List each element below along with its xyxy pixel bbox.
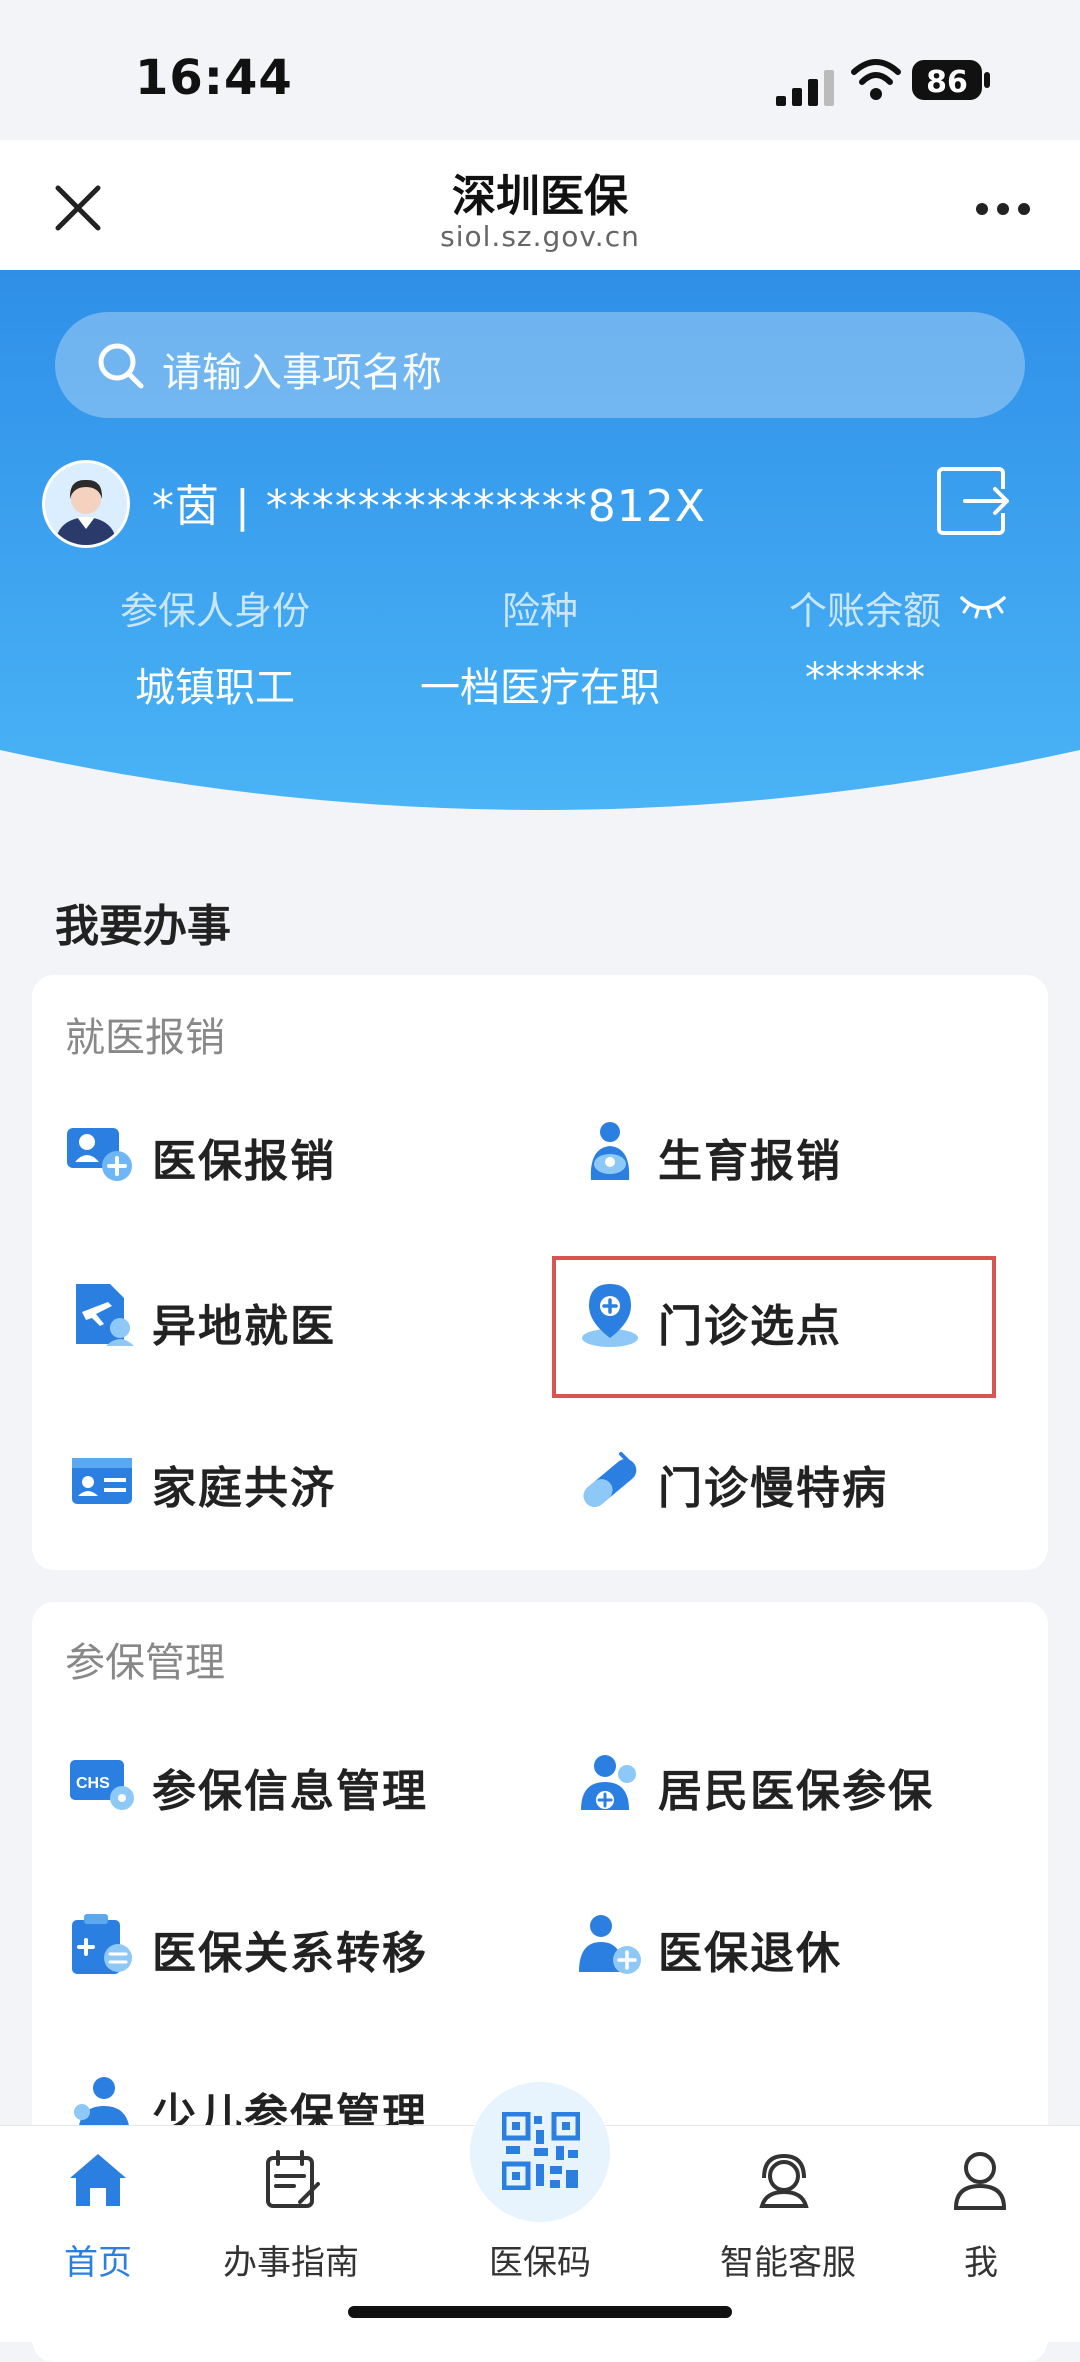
svg-text:CHS: CHS [76, 1775, 110, 1792]
item-family-mutual-aid[interactable]: 家庭共济 [152, 1452, 336, 1516]
avatar [42, 460, 130, 548]
item-insurance-transfer[interactable]: 医保关系转移 [152, 1917, 428, 1981]
home-indicator [348, 2306, 732, 2318]
guide-icon[interactable] [260, 2148, 324, 2212]
wifi-icon [851, 59, 901, 100]
cellular-signal-icon [776, 70, 834, 106]
battery-indicator: 86 [912, 60, 982, 100]
medical-reimbursement-icon [67, 1128, 132, 1181]
user-name-id: *茵 | **************812X [152, 481, 706, 532]
avatar-person-icon [45, 463, 127, 545]
maternity-reimbursement-icon [590, 1122, 630, 1180]
chs-insurance-info-icon: CHS [70, 1760, 134, 1810]
tab-medical-code[interactable]: 医保码 [432, 2235, 648, 2284]
resident-insurance-icon [581, 1755, 636, 1810]
highlight-box [552, 1256, 996, 1398]
item-maternity-reimbursement[interactable]: 生育报销 [658, 1125, 842, 1189]
label-insured-identity: 参保人身份 [119, 589, 310, 633]
logout-icon[interactable] [935, 465, 1011, 537]
status-time: 16:44 [135, 50, 293, 106]
page-title: 深圳医保 [452, 171, 628, 222]
label-account-balance: 个账余额 [788, 589, 941, 633]
item-medical-reimbursement[interactable]: 医保报销 [152, 1125, 336, 1189]
home-icon[interactable] [66, 2148, 130, 2212]
search-icon [98, 343, 144, 389]
item-retirement[interactable]: 医保退休 [658, 1917, 842, 1981]
search-placeholder: 请输入事项名称 [162, 350, 442, 396]
battery-cap [984, 72, 990, 88]
item-remote-medical[interactable]: 异地就医 [152, 1290, 336, 1354]
eye-closed-icon[interactable] [958, 592, 1008, 620]
item-insurance-info[interactable]: 参保信息管理 [152, 1755, 428, 1819]
more-icon[interactable] [975, 202, 1031, 216]
chronic-disease-pill-icon [583, 1452, 637, 1507]
card-title-medical: 就医报销 [65, 1015, 225, 1061]
customer-service-icon[interactable] [752, 2148, 816, 2212]
card-title-insurance: 参保管理 [65, 1640, 225, 1686]
item-chronic-disease[interactable]: 门诊慢特病 [658, 1452, 888, 1516]
value-account-balance: ****** [805, 655, 925, 701]
tab-me[interactable]: 我 [873, 2235, 1080, 2284]
value-insurance-type: 一档医疗在职 [420, 665, 660, 711]
insurance-transfer-icon [72, 1914, 132, 1974]
tab-customer-service[interactable]: 智能客服 [680, 2235, 896, 2284]
label-insurance-type: 险种 [501, 589, 578, 633]
item-resident-insurance[interactable]: 居民医保参保 [658, 1755, 934, 1819]
page-subtitle-url: siol.sz.gov.cn [440, 220, 640, 253]
qr-code-icon[interactable] [502, 2112, 580, 2190]
tab-guide[interactable]: 办事指南 [183, 2235, 399, 2284]
family-mutual-aid-icon [72, 1458, 132, 1504]
retirement-icon [579, 1915, 641, 1974]
tab-home[interactable]: 首页 [0, 2235, 206, 2284]
value-insured-identity: 城镇职工 [135, 665, 295, 711]
profile-icon[interactable] [948, 2148, 1012, 2212]
remote-medical-icon [76, 1284, 134, 1346]
section-title: 我要办事 [55, 901, 231, 952]
